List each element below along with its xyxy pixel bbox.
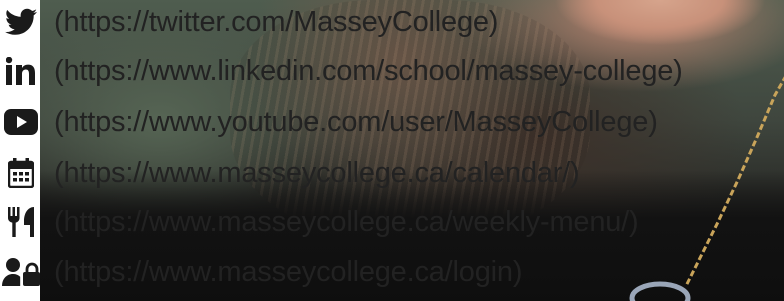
youtube-link-text[interactable]: (https://www.youtube.com/user/MasseyColl… <box>54 106 658 139</box>
social-link-calendar[interactable]: (https://www.masseycollege.ca/calendar/) <box>0 151 580 195</box>
social-link-youtube[interactable]: (https://www.youtube.com/user/MasseyColl… <box>0 100 658 144</box>
linkedin-icon <box>0 54 42 88</box>
calendar-link-text[interactable]: (https://www.masseycollege.ca/calendar/) <box>54 157 580 190</box>
login-link-text[interactable]: (https://www.masseycollege.ca/login) <box>54 256 522 289</box>
social-link-twitter[interactable]: (https://twitter.com/MasseyCollege) <box>0 0 498 44</box>
calendar-icon <box>0 156 42 190</box>
twitter-icon <box>0 5 42 39</box>
twitter-link-text[interactable]: (https://twitter.com/MasseyCollege) <box>54 6 498 39</box>
weekly-menu-link-text[interactable]: (https://www.masseycollege.ca/weekly-men… <box>54 206 639 239</box>
utensils-icon <box>0 205 42 239</box>
necklace-image <box>629 76 784 301</box>
social-link-linkedin[interactable]: (https://www.linkedin.com/school/massey-… <box>0 49 683 93</box>
user-lock-icon <box>0 255 42 289</box>
social-link-login[interactable]: (https://www.masseycollege.ca/login) <box>0 250 522 294</box>
linkedin-link-text[interactable]: (https://www.linkedin.com/school/massey-… <box>54 55 683 88</box>
page: (https://twitter.com/MasseyCollege) (htt… <box>0 0 784 301</box>
social-link-weekly-menu[interactable]: (https://www.masseycollege.ca/weekly-men… <box>0 200 639 244</box>
youtube-icon <box>0 105 42 139</box>
